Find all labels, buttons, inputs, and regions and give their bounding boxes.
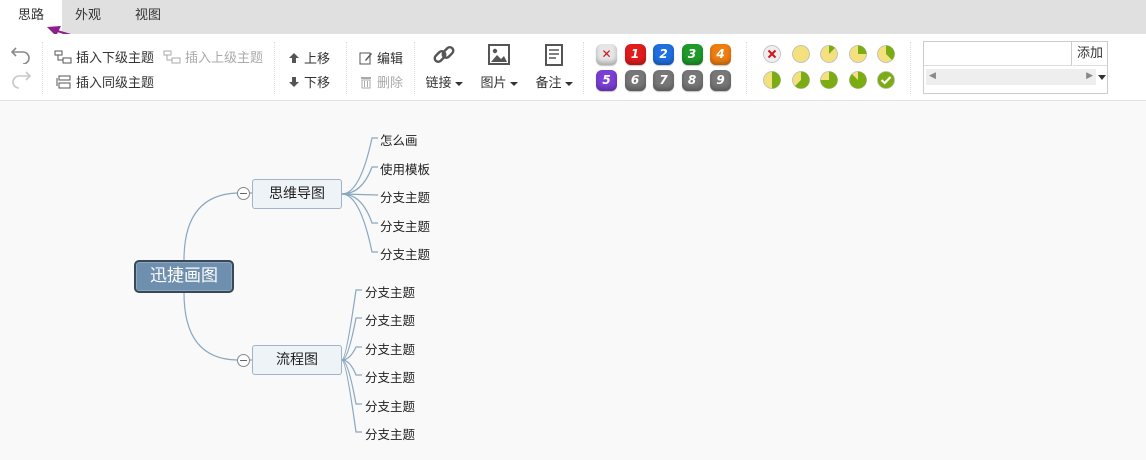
toolbar-separator — [910, 42, 911, 94]
toolbar-separator — [746, 42, 747, 94]
collapse-toggle-icon[interactable] — [237, 187, 250, 200]
insert-sibling-icon — [56, 75, 71, 88]
root-topic[interactable]: 迅捷画图 — [134, 260, 234, 293]
move-down-label: 下移 — [304, 76, 331, 91]
progress-complete-icon[interactable] — [876, 70, 896, 90]
scroll-left-arrow-icon[interactable]: ◀ — [929, 71, 936, 81]
insert-child-topic-button[interactable]: 插入下级主题 — [54, 47, 154, 66]
priority-5-icon[interactable]: 5 — [596, 70, 617, 91]
arrow-down-icon — [289, 76, 299, 87]
subtopic[interactable]: 分支主题 — [365, 396, 415, 415]
subtopic[interactable]: 分支主题 — [365, 339, 415, 358]
resource-panel: 添加 ◀ ▶ — [923, 41, 1108, 94]
progress-level-icon[interactable] — [819, 70, 839, 90]
progress-clear-icon[interactable] — [762, 44, 782, 64]
note-dropdown-caret — [564, 81, 573, 86]
note-button[interactable]: 备注 — [532, 42, 576, 91]
trash-icon — [361, 76, 371, 88]
priority-7-icon[interactable]: 7 — [653, 70, 674, 91]
priority-9-icon[interactable]: 9 — [710, 70, 731, 91]
resource-input[interactable] — [924, 42, 1072, 66]
toolbar-separator — [42, 42, 43, 94]
progress-level-icon[interactable] — [762, 70, 782, 90]
move-up-label: 上移 — [304, 52, 331, 67]
insert-child-icon — [54, 50, 72, 63]
picture-icon — [488, 44, 510, 65]
delete-button[interactable]: 删除 — [359, 72, 403, 91]
insert-parent-icon — [163, 50, 181, 63]
link-button[interactable]: 链接 — [422, 42, 466, 91]
subtopic[interactable]: 怎么画 — [380, 130, 418, 149]
mindmap-canvas[interactable]: 迅捷画图 思维导图 流程图 怎么画 使用模板 分支主题 分支主题 分支主题 分支… — [0, 101, 1146, 460]
insert-child-label: 插入下级主题 — [76, 51, 155, 66]
note-label: 备注 — [535, 76, 562, 91]
subtopic[interactable]: 分支主题 — [380, 187, 430, 206]
progress-level-icon[interactable] — [791, 70, 811, 90]
arrow-up-icon — [289, 52, 299, 63]
undo-icon[interactable] — [10, 44, 32, 64]
subtopic[interactable]: 分支主题 — [365, 367, 415, 386]
edit-button[interactable]: 编辑 — [359, 48, 403, 67]
scroll-right-arrow-icon[interactable]: ▶ — [1086, 71, 1093, 81]
add-resource-button[interactable]: 添加 — [1073, 42, 1107, 66]
link-icon — [433, 46, 455, 63]
insert-parent-label: 插入上级主题 — [185, 51, 264, 66]
move-down-button[interactable]: 下移 — [288, 72, 330, 91]
resource-scrollbar[interactable]: ◀ ▶ — [926, 69, 1096, 85]
tab-view[interactable]: 视图 — [122, 0, 174, 34]
pencil-icon — [359, 52, 372, 64]
delete-label: 删除 — [377, 76, 404, 91]
subtopic[interactable]: 分支主题 — [365, 282, 415, 301]
subtopic[interactable]: 分支主题 — [365, 424, 415, 443]
toolbar-separator — [583, 42, 584, 94]
progress-level-icon[interactable] — [819, 44, 839, 64]
priority-6-icon[interactable]: 6 — [624, 70, 646, 91]
subtopic[interactable]: 分支主题 — [380, 244, 430, 263]
priority-2-icon[interactable]: 2 — [653, 44, 674, 65]
subtopic[interactable]: 分支主题 — [380, 216, 430, 235]
insert-sibling-label: 插入同级主题 — [76, 76, 155, 91]
progress-level-icon[interactable] — [848, 44, 868, 64]
progress-level-icon[interactable] — [848, 70, 868, 90]
priority-4-icon[interactable]: 4 — [710, 44, 731, 65]
redo-icon[interactable] — [10, 70, 32, 90]
toolbar-separator — [414, 42, 415, 94]
collapse-toggle-icon[interactable] — [237, 354, 250, 367]
priority-8-icon[interactable]: 8 — [681, 70, 703, 91]
insert-parent-topic-button[interactable]: 插入上级主题 — [163, 47, 263, 66]
ribbon-tab-bar: 思路 外观 视图 — [0, 0, 1146, 34]
progress-level-icon[interactable] — [791, 44, 811, 64]
move-up-button[interactable]: 上移 — [288, 48, 330, 67]
link-label: 链接 — [425, 76, 452, 91]
branch-topic[interactable]: 流程图 — [252, 345, 342, 375]
image-label: 图片 — [480, 76, 507, 91]
subtopic[interactable]: 分支主题 — [365, 310, 415, 329]
insert-sibling-topic-button[interactable]: 插入同级主题 — [56, 72, 154, 91]
edit-label: 编辑 — [377, 52, 404, 67]
image-dropdown-caret — [509, 81, 518, 86]
progress-level-icon[interactable] — [876, 44, 896, 64]
resource-dropdown-caret[interactable] — [1098, 75, 1106, 80]
subtopic[interactable]: 使用模板 — [380, 159, 430, 178]
toolbar-separator — [346, 42, 347, 94]
priority-1-icon[interactable]: 1 — [624, 44, 646, 65]
link-dropdown-caret — [454, 81, 463, 86]
image-button[interactable]: 图片 — [477, 42, 521, 91]
note-icon — [545, 44, 563, 66]
branch-topic[interactable]: 思维导图 — [252, 179, 342, 209]
priority-clear-icon[interactable]: ✕ — [596, 44, 617, 65]
priority-3-icon[interactable]: 3 — [681, 44, 703, 65]
toolbar-separator — [274, 42, 275, 94]
